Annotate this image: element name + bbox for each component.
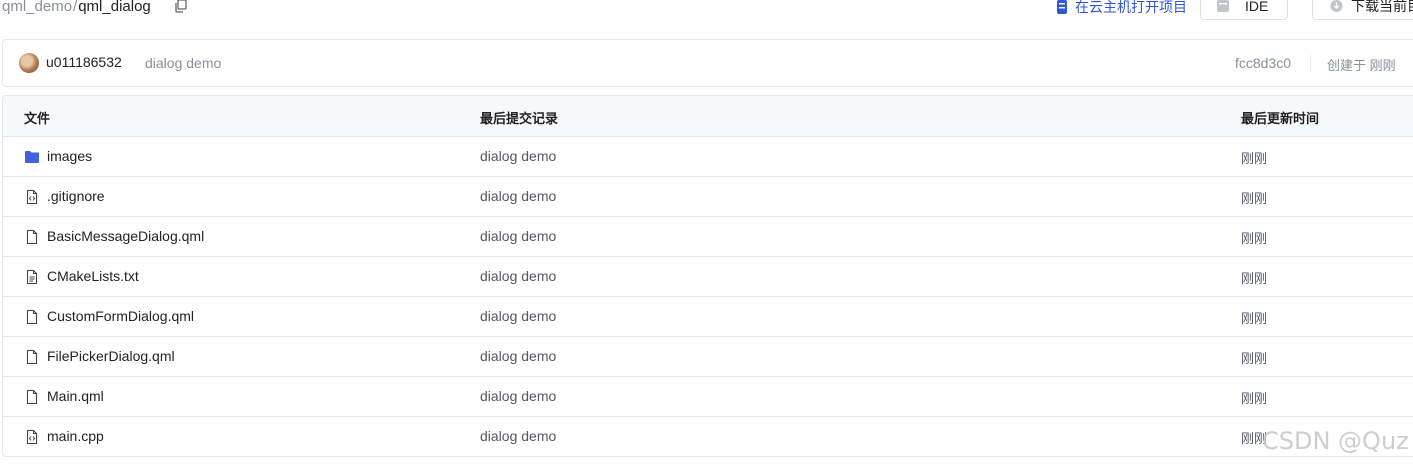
code-file-icon — [24, 429, 40, 445]
file-commit-message[interactable]: dialog demo — [480, 268, 556, 284]
download-button[interactable]: 下载当前目 — [1312, 0, 1413, 20]
file-updated-time: 刚刚 — [1241, 231, 1268, 246]
header-file: 文件 — [24, 111, 51, 126]
table-row[interactable]: FilePickerDialog.qml dialog demo 刚刚 — [3, 337, 1413, 377]
commit-created-time: 创建于 刚刚 — [1327, 58, 1396, 73]
ide-button[interactable]: IDE — [1200, 0, 1288, 20]
breadcrumb-repo: qml_dialog — [78, 0, 151, 15]
file-updated-time: 刚刚 — [1241, 271, 1268, 286]
file-name-link[interactable]: FilePickerDialog.qml — [47, 348, 175, 364]
avatar[interactable] — [19, 53, 39, 73]
ide-icon — [1217, 0, 1229, 12]
table-row[interactable]: BasicMessageDialog.qml dialog demo 刚刚 — [3, 217, 1413, 257]
file-updated-time: 刚刚 — [1241, 191, 1268, 206]
open-in-cloud-button[interactable]: 在云主机打开项目 — [1056, 0, 1187, 17]
ide-label: IDE — [1245, 0, 1269, 14]
file-commit-message[interactable]: dialog demo — [480, 148, 556, 164]
file-icon — [24, 349, 40, 365]
divider — [1310, 55, 1311, 72]
file-name-link[interactable]: BasicMessageDialog.qml — [47, 228, 204, 244]
table-row[interactable]: CustomFormDialog.qml dialog demo 刚刚 — [3, 297, 1413, 337]
file-updated-time: 刚刚 — [1241, 151, 1268, 166]
file-name-link[interactable]: main.cpp — [47, 428, 104, 444]
file-updated-time: 刚刚 — [1241, 351, 1268, 366]
text-file-icon — [24, 269, 40, 285]
file-name-link[interactable]: Main.qml — [47, 388, 104, 404]
table-row[interactable]: main.cpp dialog demo 刚刚 — [3, 417, 1413, 456]
file-name-link[interactable]: CMakeLists.txt — [47, 268, 139, 284]
file-updated-time: 刚刚 — [1241, 431, 1268, 446]
table-row[interactable]: Main.qml dialog demo 刚刚 — [3, 377, 1413, 417]
file-commit-message[interactable]: dialog demo — [480, 228, 556, 244]
breadcrumb: qml_demo/qml_dialog — [2, 0, 151, 17]
copy-icon[interactable] — [173, 0, 189, 14]
file-icon — [24, 309, 40, 325]
header-last-commit: 最后提交记录 — [480, 111, 559, 126]
download-label: 下载当前目 — [1351, 0, 1413, 14]
table-row[interactable]: CMakeLists.txt dialog demo 刚刚 — [3, 257, 1413, 297]
folder-icon — [24, 149, 40, 165]
breadcrumb-owner-link[interactable]: qml_demo — [2, 0, 72, 15]
file-name-link[interactable]: .gitignore — [47, 188, 105, 204]
table-row[interactable]: images dialog demo 刚刚 — [3, 137, 1413, 177]
file-icon — [24, 389, 40, 405]
file-commit-message[interactable]: dialog demo — [480, 388, 556, 404]
file-table: 文件 最后提交记录 最后更新时间 images dialog demo 刚刚 .git… — [2, 95, 1413, 457]
header-last-updated: 最后更新时间 — [1241, 111, 1320, 126]
download-icon — [1330, 0, 1343, 13]
file-commit-message[interactable]: dialog demo — [480, 428, 556, 444]
file-name-link[interactable]: CustomFormDialog.qml — [47, 308, 194, 324]
commit-hash[interactable]: fcc8d3c0 — [1235, 55, 1291, 71]
cloud-host-icon — [1057, 0, 1067, 14]
commit-author[interactable]: u011186532 — [46, 54, 122, 70]
table-row[interactable]: .gitignore dialog demo 刚刚 — [3, 177, 1413, 217]
commit-message[interactable]: dialog demo — [145, 55, 221, 71]
open-in-cloud-label: 在云主机打开项目 — [1075, 0, 1187, 15]
latest-commit-bar: u011186532 dialog demo fcc8d3c0 创建于 刚刚 — [2, 39, 1413, 87]
file-commit-message[interactable]: dialog demo — [480, 188, 556, 204]
code-file-icon — [24, 189, 40, 205]
file-icon — [24, 229, 40, 245]
top-bar: qml_demo/qml_dialog 在云主机打开项目 IDE 下载当前目 — [0, 0, 1413, 30]
file-name-link[interactable]: images — [47, 148, 92, 164]
table-header: 文件 最后提交记录 最后更新时间 — [3, 96, 1413, 137]
file-updated-time: 刚刚 — [1241, 311, 1268, 326]
file-commit-message[interactable]: dialog demo — [480, 348, 556, 364]
breadcrumb-separator: / — [73, 0, 78, 15]
file-updated-time: 刚刚 — [1241, 391, 1268, 406]
file-commit-message[interactable]: dialog demo — [480, 308, 556, 324]
